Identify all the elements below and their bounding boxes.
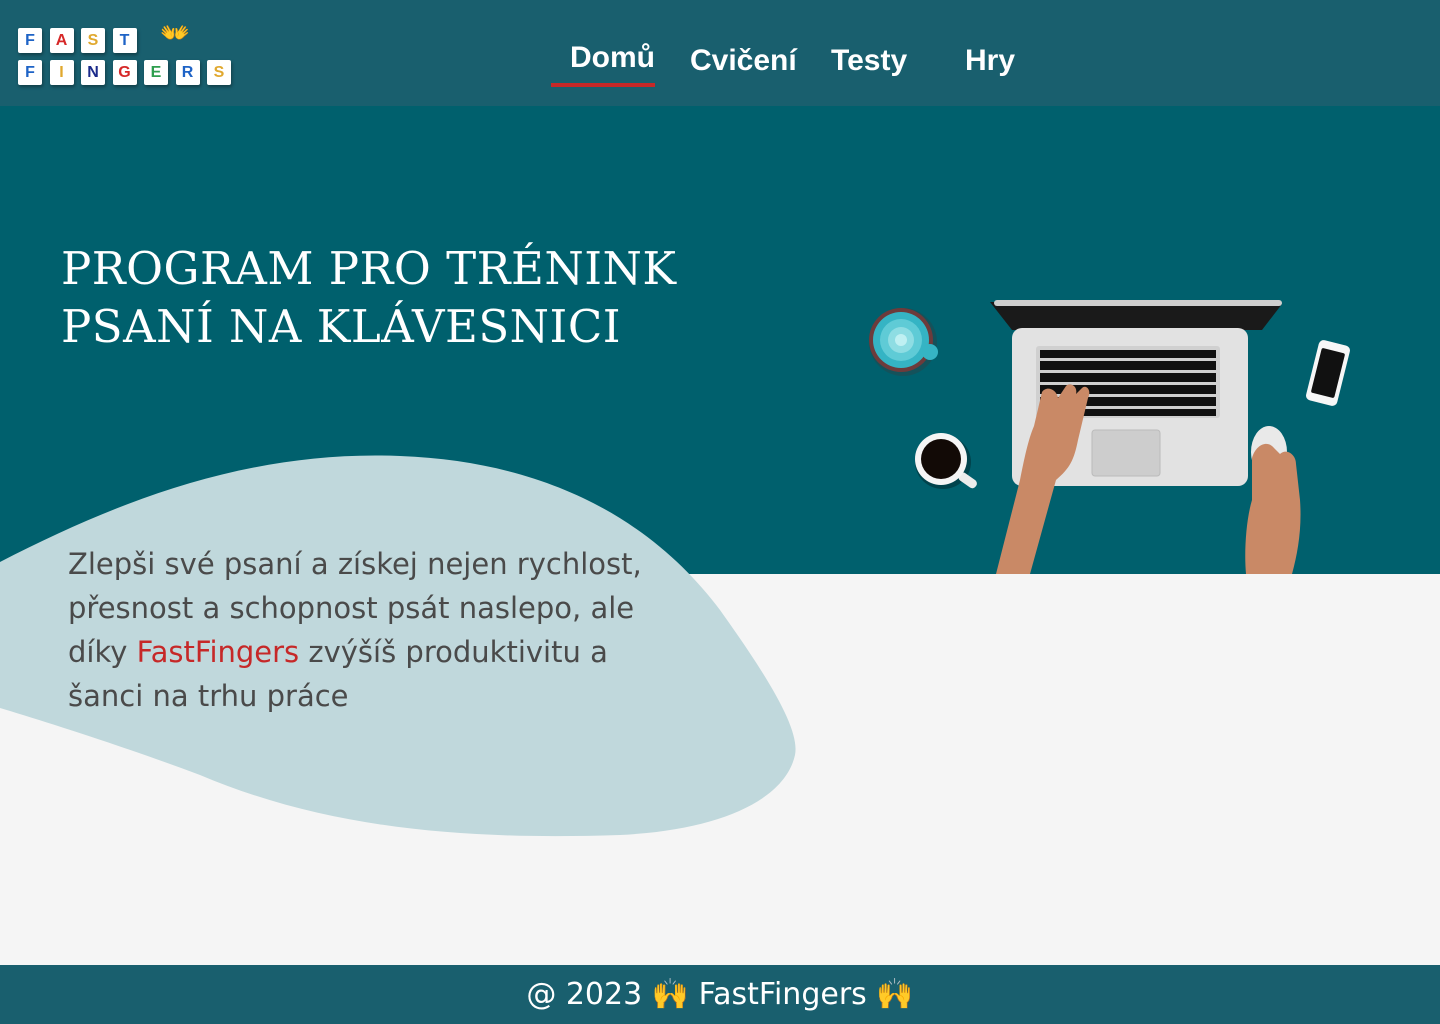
- nav-item-cviceni[interactable]: Cvičení: [690, 44, 797, 78]
- coffee-cup: [915, 433, 977, 489]
- hero-title-line-1: PROGRAM PRO TRÉNINK: [61, 242, 677, 295]
- hero-title-line-2: PSANÍ NA KLÁVESNICI: [61, 300, 622, 353]
- smartphone: [1306, 340, 1350, 406]
- nav-item-domu[interactable]: Domů: [570, 41, 655, 75]
- nav-item-testy[interactable]: Testy: [831, 44, 907, 78]
- succulent-plant: [869, 308, 938, 376]
- laptop-desk-illustration: [869, 300, 1350, 574]
- footer-copyright: @ 2023 🙌 FastFingers 🙌: [526, 977, 914, 1012]
- nav-item-hry[interactable]: Hry: [965, 44, 1015, 78]
- active-nav-indicator: [551, 83, 655, 87]
- main-nav: Domů Cvičení Testy Hry: [0, 0, 1440, 106]
- site-header: F A S T 👐 F I N G E R S Domů Cvičení Tes…: [0, 0, 1440, 106]
- hero-title: PROGRAM PRO TRÉNINK PSANÍ NA KLÁVESNICI: [61, 240, 677, 356]
- site-footer: @ 2023 🙌 FastFingers 🙌: [0, 965, 1440, 1024]
- hero-lead-text: Zlepši své psaní a získej nejen rychlost…: [68, 542, 688, 718]
- lead-brand-highlight: FastFingers: [136, 635, 300, 669]
